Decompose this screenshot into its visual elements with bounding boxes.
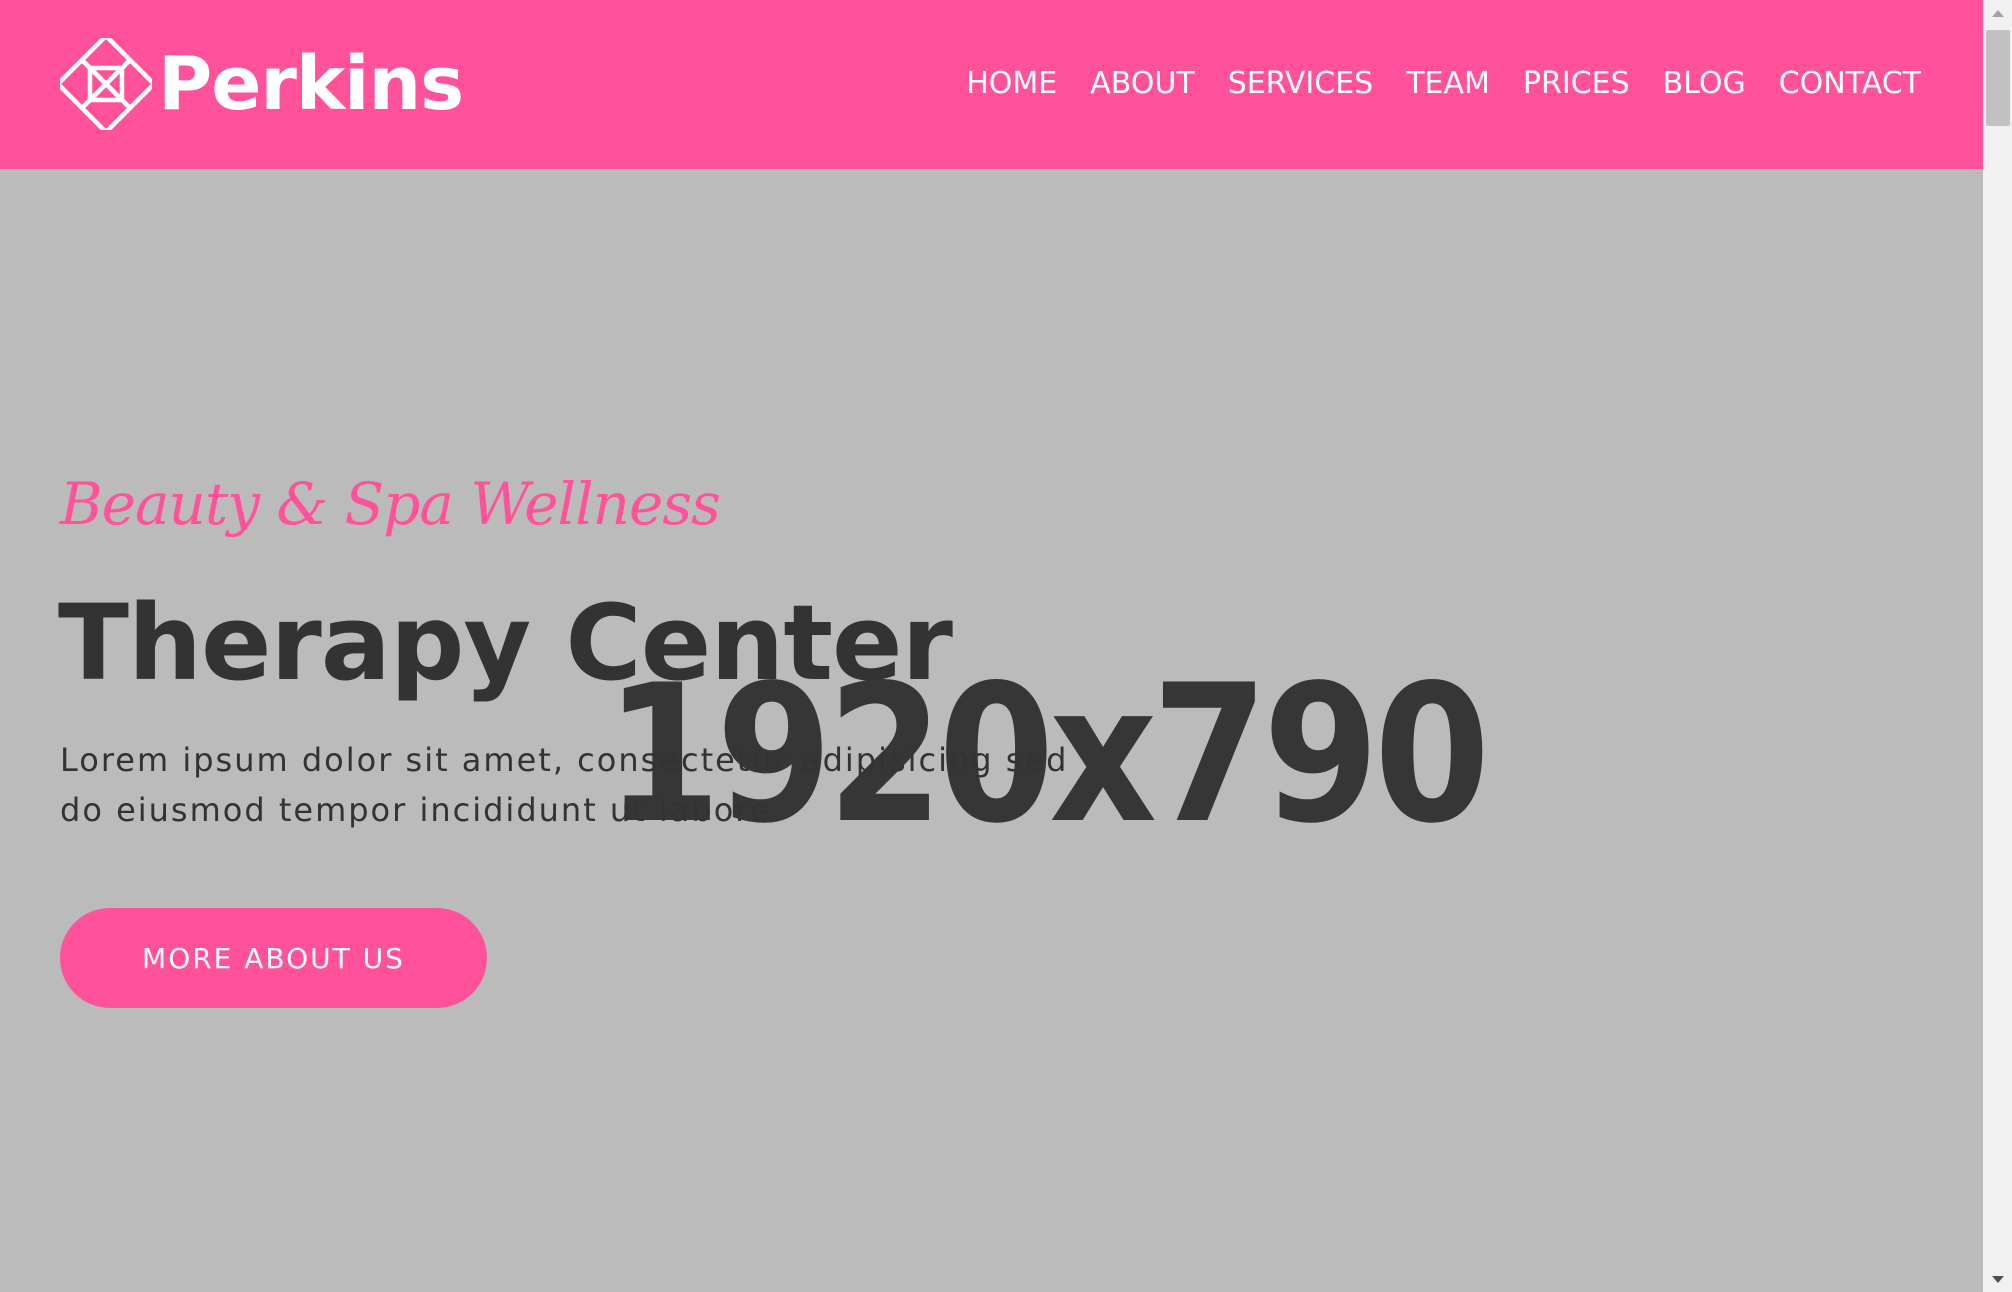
nav-blog-link[interactable]: BLOG <box>1663 60 1746 108</box>
scrollbar-thumb[interactable] <box>1986 30 2010 126</box>
nav-contact-link[interactable]: CONTACT <box>1779 60 1921 108</box>
arrow-down-icon[interactable] <box>1983 1266 2012 1292</box>
vertical-scrollbar[interactable] <box>1983 0 2012 1292</box>
brand-logo-link[interactable]: Perkins <box>60 38 464 130</box>
brand-name: Perkins <box>158 41 464 127</box>
nav-about-link[interactable]: ABOUT <box>1090 60 1194 108</box>
hero-tagline: Beauty & Spa Wellness <box>60 470 721 538</box>
arrow-up-icon[interactable] <box>1983 0 2012 26</box>
hero-headline: Therapy Center <box>58 582 953 704</box>
nav-team-link[interactable]: TEAM <box>1406 60 1490 108</box>
main-nav: HOME ABOUT SERVICES TEAM PRICES BLOG CON… <box>966 60 1921 108</box>
site-header: Perkins HOME ABOUT SERVICES TEAM PRICES … <box>0 0 1983 169</box>
nav-home-link[interactable]: HOME <box>966 60 1057 108</box>
more-about-us-button[interactable]: MORE ABOUT US <box>60 908 487 1008</box>
page: Perkins HOME ABOUT SERVICES TEAM PRICES … <box>0 0 1983 1292</box>
interlocking-diamond-logo-icon <box>60 38 152 130</box>
nav-services-link[interactable]: SERVICES <box>1228 60 1374 108</box>
hero-lead-text: Lorem ipsum dolor sit amet, consectetur … <box>60 741 1069 829</box>
nav-prices-link[interactable]: PRICES <box>1523 60 1630 108</box>
